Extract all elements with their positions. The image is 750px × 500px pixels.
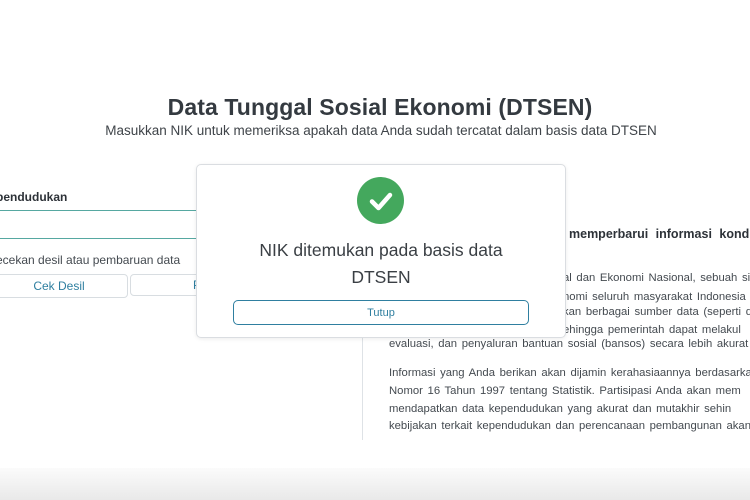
close-button[interactable]: Tutup [233, 300, 529, 325]
info-text-fragment: kan berbagai sumber data (seperti da [563, 306, 750, 318]
check-circle-icon [357, 177, 404, 224]
nik-field-label: pendudukan [0, 190, 68, 204]
cek-desil-button[interactable]: Cek Desil [0, 274, 128, 298]
nik-input[interactable] [0, 210, 203, 239]
bottom-shadow [0, 468, 750, 500]
info-heading: memperbarui informasi kondisi [569, 227, 750, 241]
modal-message: NIK ditemukan pada basis data DTSEN [197, 237, 565, 291]
info-text-line: mendapatkan data kependudukan yang akura… [389, 403, 732, 415]
info-text-fragment: nomi seluruh masyarakat Indonesia se [563, 291, 750, 303]
info-text-line: Nomor 16 Tahun 1997 tentang Statistik. P… [389, 385, 741, 397]
modal-message-line: DTSEN [351, 267, 411, 287]
page-title: Data Tunggal Sosial Ekonomi (DTSEN) [167, 94, 593, 120]
page-subtitle: Masukkan NIK untuk memeriksa apakah data… [105, 123, 657, 138]
info-text-fragment: ehingga pemerintah dapat melakul [563, 324, 741, 336]
helper-text: ecekan desil atau pembaruan data [0, 253, 181, 267]
info-text-fragment: al dan Ekonomi Nasional, sebuah sis [563, 272, 750, 284]
info-text-line: Informasi yang Anda berikan akan dijamin… [389, 367, 750, 379]
result-modal: NIK ditemukan pada basis data DTSEN Tutu… [196, 164, 566, 338]
info-text-line: kebijakan terkait kependudukan dan peren… [389, 420, 750, 432]
info-divider [362, 330, 363, 440]
modal-message-line: NIK ditemukan pada basis data [259, 240, 503, 260]
info-text-line: evaluasi, dan penyaluran bantuan sosial … [389, 338, 750, 350]
